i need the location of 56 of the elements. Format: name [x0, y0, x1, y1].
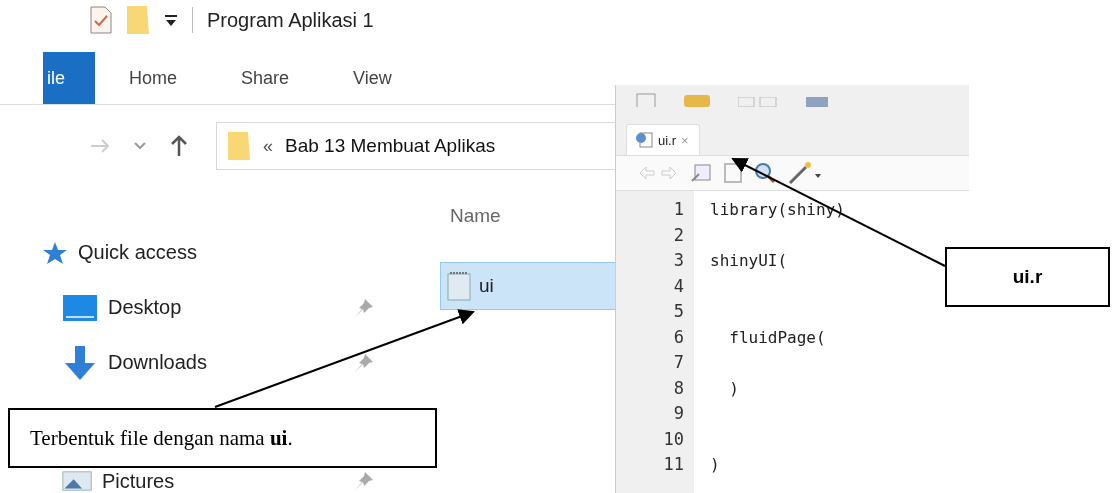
ribbon-tab[interactable]: Home — [95, 52, 208, 104]
address-path: Bab 13 Membuat Aplikas — [285, 135, 496, 157]
address-bar[interactable]: « Bab 13 Membuat Aplikas — [216, 122, 615, 170]
ribbon-tab[interactable]: ile — [43, 52, 95, 104]
folder-icon — [227, 131, 251, 161]
editor-tab[interactable]: ui.r × — [626, 124, 700, 155]
magic-wand-icon[interactable] — [788, 161, 822, 185]
breadcrumb-overflow[interactable]: « — [263, 135, 273, 157]
code-line: fluidPage( — [728, 326, 827, 349]
up-arrow-icon[interactable] — [170, 135, 188, 157]
sidebar-label: Pictures — [102, 470, 176, 492]
ribbon-tab[interactable]: Share — [207, 52, 320, 104]
ribbon-tab[interactable]: View — [319, 52, 422, 104]
dropdown-icon[interactable] — [164, 13, 178, 27]
toolbar-icon[interactable] — [636, 93, 656, 107]
line-number: 2 — [672, 223, 685, 247]
line-number: 1 — [672, 198, 685, 221]
sidebar-label: Downloads — [108, 351, 208, 374]
window-title: Program Aplikasi 1 — [207, 8, 374, 32]
callout-text: ui.r — [1012, 266, 1043, 288]
callout-text: Terbentuk file dengan nama ui. — [30, 425, 293, 451]
file-row[interactable]: ui — [440, 262, 615, 310]
line-number: 10 — [662, 427, 685, 451]
chevron-down-icon[interactable] — [134, 142, 146, 150]
line-number: 3 — [672, 249, 685, 272]
code-line: shinyUI( — [710, 250, 789, 272]
code-line: ) — [728, 377, 740, 400]
line-number: 7 — [672, 351, 685, 374]
forward-arrow-icon[interactable] — [90, 139, 110, 153]
column-header[interactable]: Name — [450, 205, 615, 235]
r-file-icon — [635, 132, 653, 148]
file-name: ui — [479, 275, 494, 297]
sidebar-item[interactable]: Quick access — [0, 225, 400, 280]
sidebar-item[interactable]: Pictures — [0, 470, 400, 492]
notepad-file-icon — [447, 271, 471, 301]
sidebar-label: Quick access — [78, 241, 198, 264]
checklist-document-icon[interactable] — [90, 6, 112, 34]
code-line: ) — [710, 454, 721, 476]
sidebar-item[interactable]: Downloads — [0, 335, 400, 390]
sidebar-label: Desktop — [108, 296, 183, 319]
line-number: 6 — [672, 325, 685, 349]
image-icon — [62, 471, 92, 491]
line-number: 11 — [662, 453, 685, 476]
line-number: 5 — [672, 300, 685, 323]
line-number: 9 — [672, 402, 685, 425]
window-icon[interactable] — [690, 163, 712, 183]
line-number: 4 — [672, 274, 685, 298]
monitor-icon — [62, 293, 98, 322]
sidebar-item[interactable]: Desktop — [0, 280, 400, 335]
down-arrow-icon — [62, 344, 98, 381]
search-icon[interactable] — [754, 162, 776, 184]
star-icon — [42, 240, 68, 265]
back-forward-icon[interactable] — [638, 166, 678, 180]
line-number: 8 — [672, 376, 685, 400]
pin-icon[interactable] — [353, 351, 375, 374]
save-icon[interactable] — [724, 163, 742, 183]
